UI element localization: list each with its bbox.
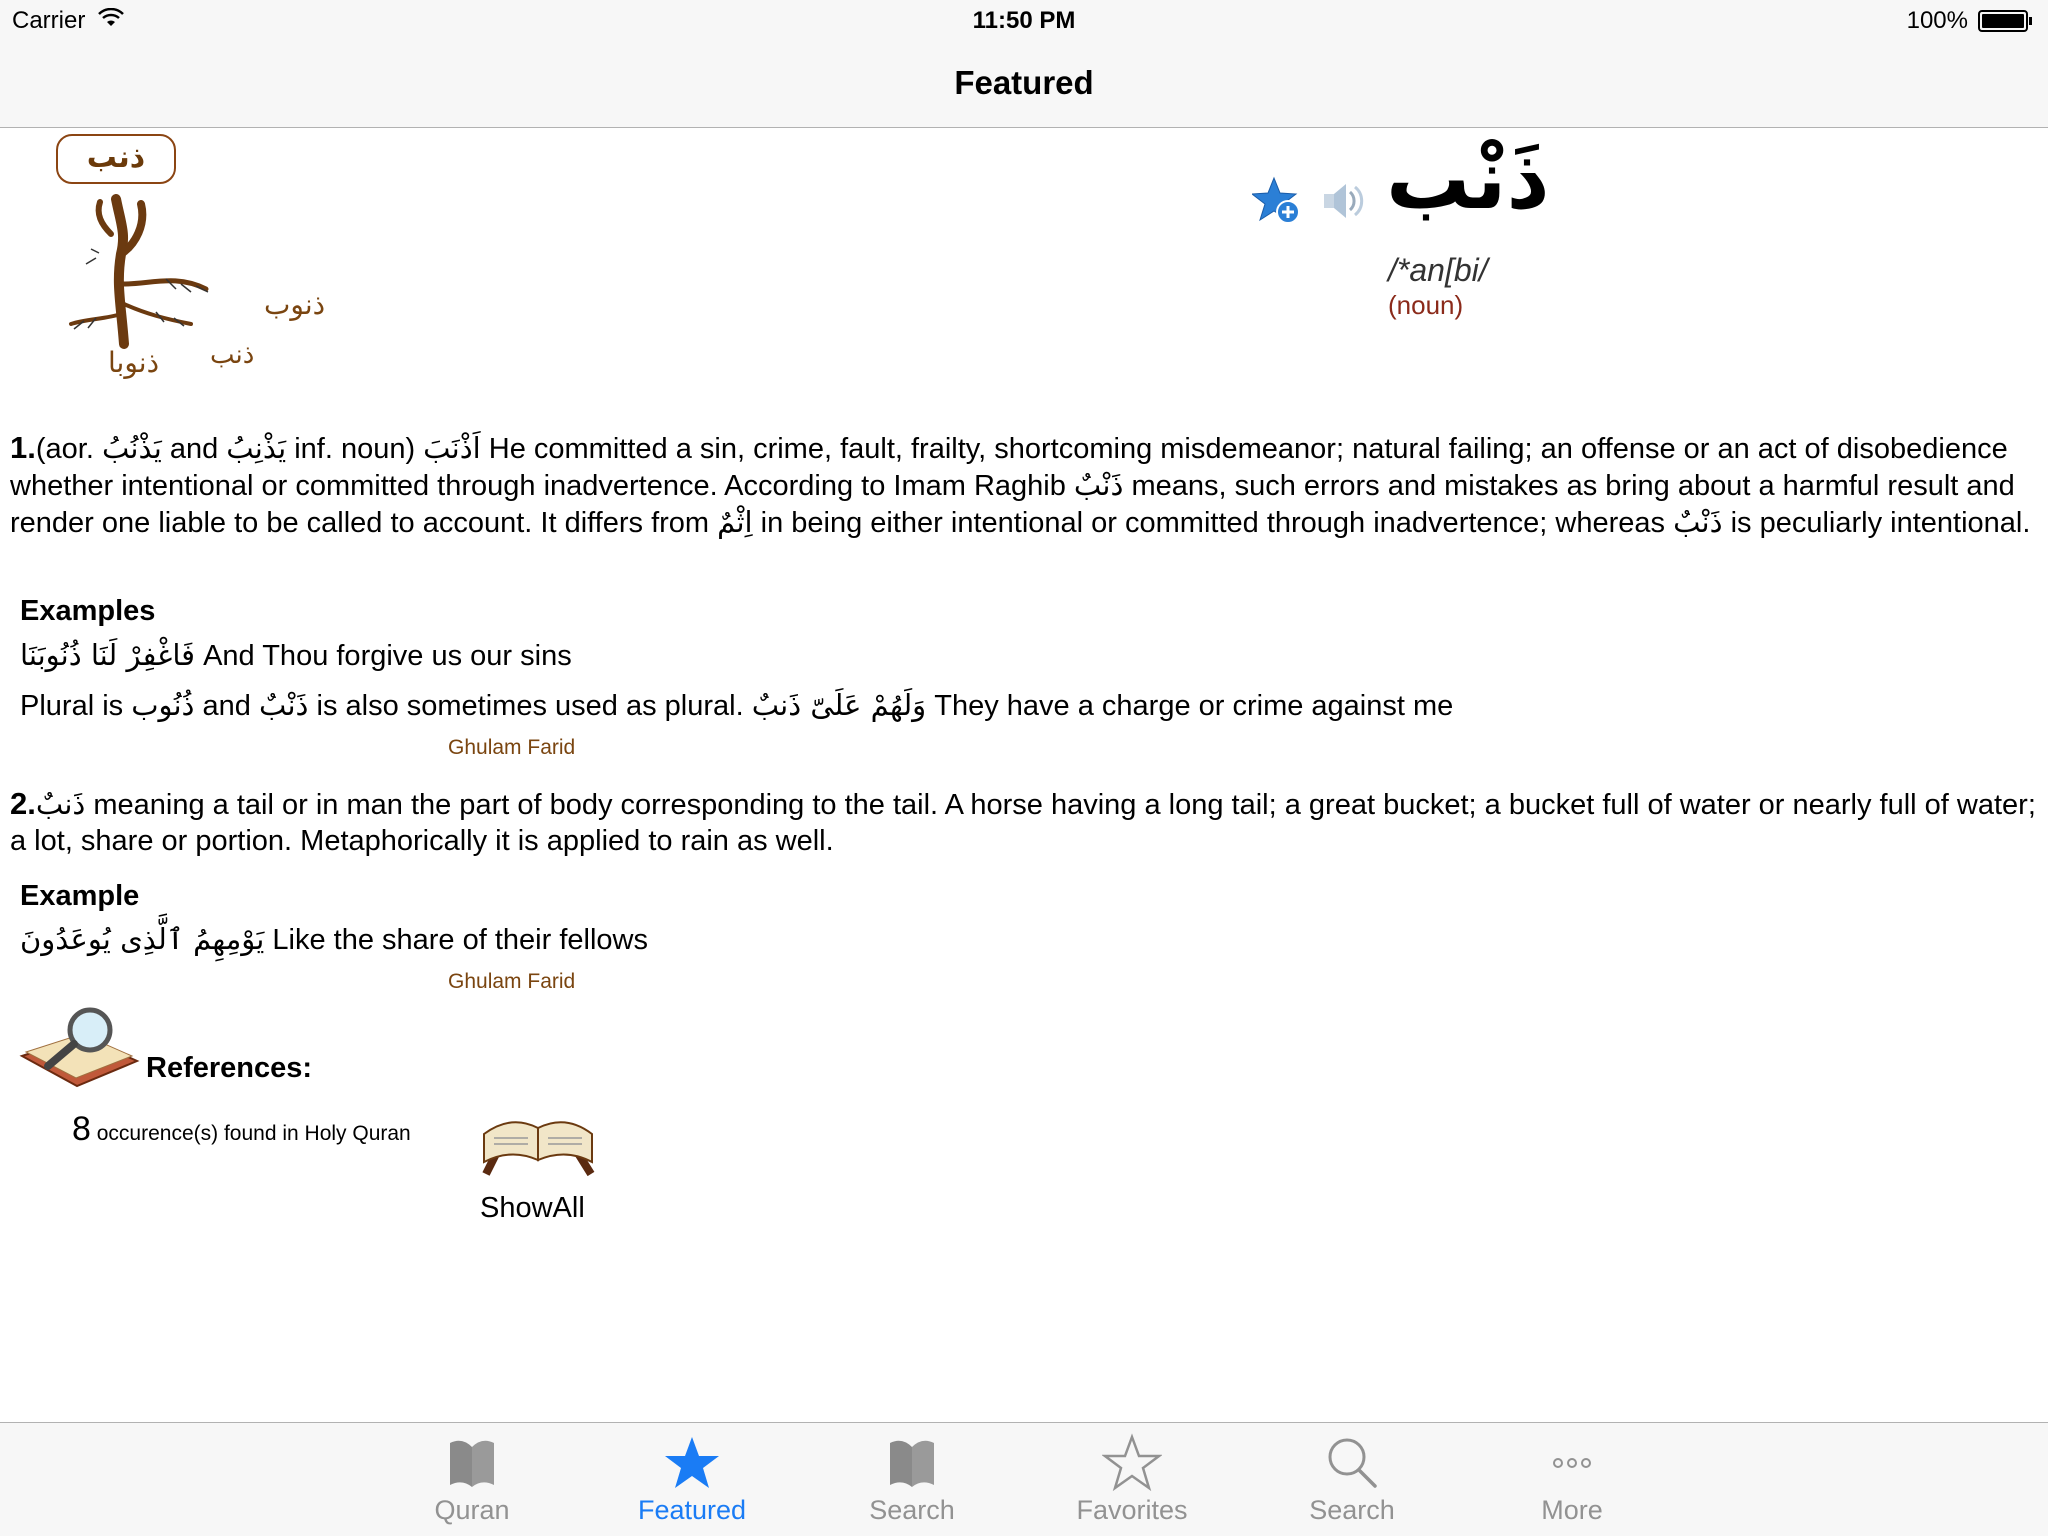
star-outline-icon	[1102, 1433, 1162, 1492]
example-text: and	[194, 690, 259, 722]
example-translation: And Thou forgive us our sins	[195, 640, 572, 672]
tab-favorites[interactable]: Favorites	[1042, 1423, 1222, 1536]
root-tree-icon	[69, 194, 209, 349]
part-of-speech: (noun)	[1388, 290, 1464, 320]
source-credit: Ghulam Farid	[448, 736, 576, 759]
example-line: يَوْمِهِمُ ٱلَّذِى يُوعَدُونَ Like the s…	[20, 922, 648, 957]
example-heading: Example	[20, 880, 140, 912]
definition-text: meaning a tail or in man the part of bod…	[10, 789, 2036, 857]
definition-1: 1.(aor. يَذْنُبُ and يَذْنِبُ inf. noun)…	[10, 430, 2040, 541]
arabic-word: ذَنبٌ	[35, 787, 86, 821]
tab-label: Quran	[434, 1495, 510, 1525]
occurrence-text: occurence(s) found in Holy Quran	[90, 1122, 411, 1145]
clock: 11:50 PM	[972, 7, 1076, 34]
arabic-word: يَذْنِبُ	[226, 431, 287, 465]
navigation-bar: Featured	[0, 40, 2048, 128]
arabic-word: اَذْنَبَ	[423, 431, 481, 465]
tab-more[interactable]: More	[1482, 1423, 1662, 1536]
definition-text: inf. noun)	[286, 433, 424, 465]
tab-bar: Quran Featured Search Favorites Search M…	[0, 1422, 2048, 1536]
arabic-word: يَذْنُبُ	[101, 431, 162, 465]
example-text: is also sometimes used as plural.	[308, 690, 752, 722]
occurrence-number: 8	[72, 1110, 91, 1148]
tab-search-quran[interactable]: Search	[822, 1423, 1002, 1536]
more-icon	[1553, 1458, 1591, 1468]
references-heading: References:	[146, 1052, 313, 1084]
tab-quran[interactable]: Quran	[382, 1423, 562, 1536]
arabic-word: اِثْمٌ	[717, 505, 753, 539]
example-translation: Like the share of their fellows	[264, 924, 648, 956]
example-text: Plural is	[20, 690, 132, 722]
tab-label: Search	[1309, 1495, 1395, 1525]
tab-search[interactable]: Search	[1262, 1423, 1442, 1536]
definition-2: 2.ذَنبٌ meaning a tail or in man the par…	[10, 786, 2040, 859]
arabic-verse: يَوْمِهِمُ ٱلَّذِى يُوعَدُونَ	[20, 922, 265, 956]
definition-text: is peculiarly intentional.	[1722, 507, 2031, 539]
arabic-word: ذَنْبٌ	[1073, 468, 1124, 502]
arabic-word: ذُنُوب	[131, 688, 195, 722]
battery-percent: 100%	[1906, 7, 1968, 34]
quran-stand-icon[interactable]	[476, 1104, 602, 1188]
definition-number: 1.	[10, 430, 36, 465]
tab-label: Featured	[637, 1495, 747, 1525]
battery-icon	[1978, 10, 2032, 32]
definition-number: 2.	[10, 786, 36, 821]
root-derivative-3: ذنب	[210, 340, 255, 370]
example-translation: They have a charge or crime against me	[926, 690, 1454, 722]
examples-heading: Examples	[20, 595, 156, 627]
page-title: Featured	[954, 64, 1094, 101]
arabic-verse: فَاغْفِرْ لَنَا ذُنُوبَنَا	[20, 638, 196, 672]
star-filled-icon	[665, 1437, 719, 1488]
root-derivative-2: ذنوبا	[108, 346, 160, 379]
example-line: Plural is ذُنُوب and ذَنْبٌ is also some…	[20, 688, 1453, 723]
show-all-button[interactable]: ShowAll	[480, 1192, 585, 1225]
example-line: فَاغْفِرْ لَنَا ذُنُوبَنَا And Thou forg…	[20, 638, 572, 673]
definition-text: (aor.	[35, 433, 102, 465]
arabic-word: ذَنْبٌ	[258, 688, 309, 722]
tab-label: Search	[869, 1495, 955, 1525]
speaker-icon[interactable]	[1316, 176, 1366, 226]
definition-text: in being either intentional or committed…	[752, 507, 1674, 539]
magnifier-book-icon	[19, 1007, 140, 1088]
root-badge[interactable]: ذنب	[56, 134, 176, 184]
arabic-verse: وَلَهُمْ عَلَىّ ذَنبٌ	[751, 688, 927, 722]
add-favorite-icon[interactable]	[1252, 176, 1302, 226]
arabic-word: ذَنْبٌ	[1673, 505, 1723, 539]
book-icon	[450, 1440, 494, 1487]
definition-text: and	[161, 433, 227, 465]
headword: ذَنْب	[1386, 130, 1550, 228]
tab-label: More	[1541, 1495, 1603, 1525]
tab-label: Favorites	[1076, 1495, 1188, 1525]
magnifier-icon	[1328, 1438, 1377, 1488]
tab-featured[interactable]: Featured	[602, 1423, 782, 1536]
status-bar: Carrier 11:50 PM 100%	[0, 0, 2048, 40]
occurrence-count: 8 occurence(s) found in Holy Quran	[72, 1110, 411, 1149]
root-derivative-1: ذنوب	[264, 288, 326, 321]
book-icon	[890, 1440, 934, 1487]
source-credit: Ghulam Farid	[448, 970, 576, 993]
pronunciation: /*an[bi/	[1388, 252, 1488, 288]
